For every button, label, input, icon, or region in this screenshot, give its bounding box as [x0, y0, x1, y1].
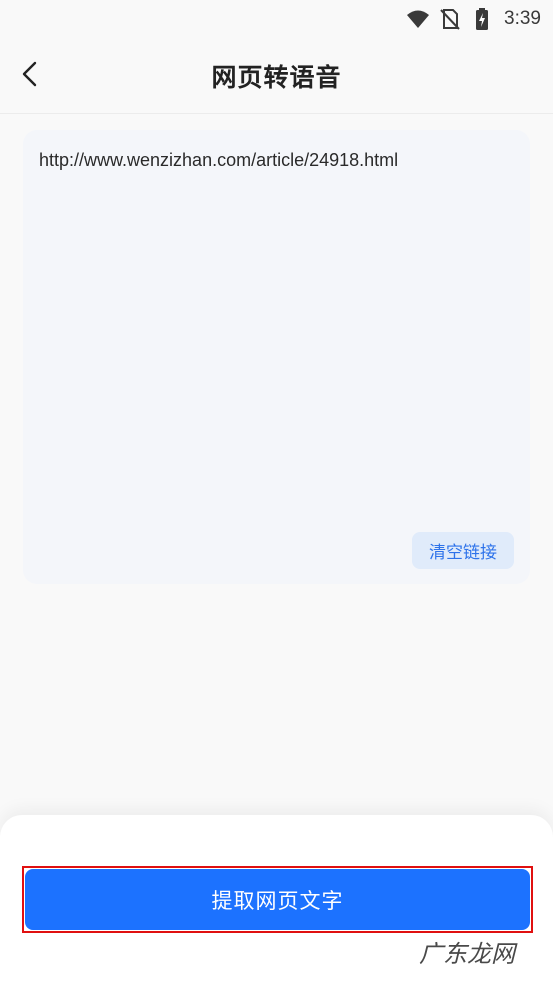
watermark-logo: 广东龙网 [419, 940, 515, 968]
status-bar: 3:39 [0, 0, 553, 38]
bottom-sheet: 提取网页文字 广东龙网 [0, 815, 553, 983]
url-input-card[interactable]: http://www.wenzizhan.com/article/24918.h… [23, 130, 530, 584]
wifi-icon [406, 7, 430, 31]
screen: 3:39 网页转语音 http://www.wenzizhan.com/arti… [0, 0, 553, 983]
highlight-box [22, 866, 533, 933]
status-time: 3:39 [504, 8, 541, 29]
page-title: 网页转语音 [211, 62, 342, 92]
url-input[interactable]: http://www.wenzizhan.com/article/24918.h… [39, 148, 514, 172]
clear-link-button[interactable]: 清空链接 [412, 532, 514, 569]
back-button[interactable] [12, 58, 48, 94]
battery-charging-icon [470, 7, 494, 31]
no-sim-icon [438, 7, 462, 31]
app-header: 网页转语音 [0, 38, 553, 114]
chevron-left-icon [19, 61, 41, 91]
